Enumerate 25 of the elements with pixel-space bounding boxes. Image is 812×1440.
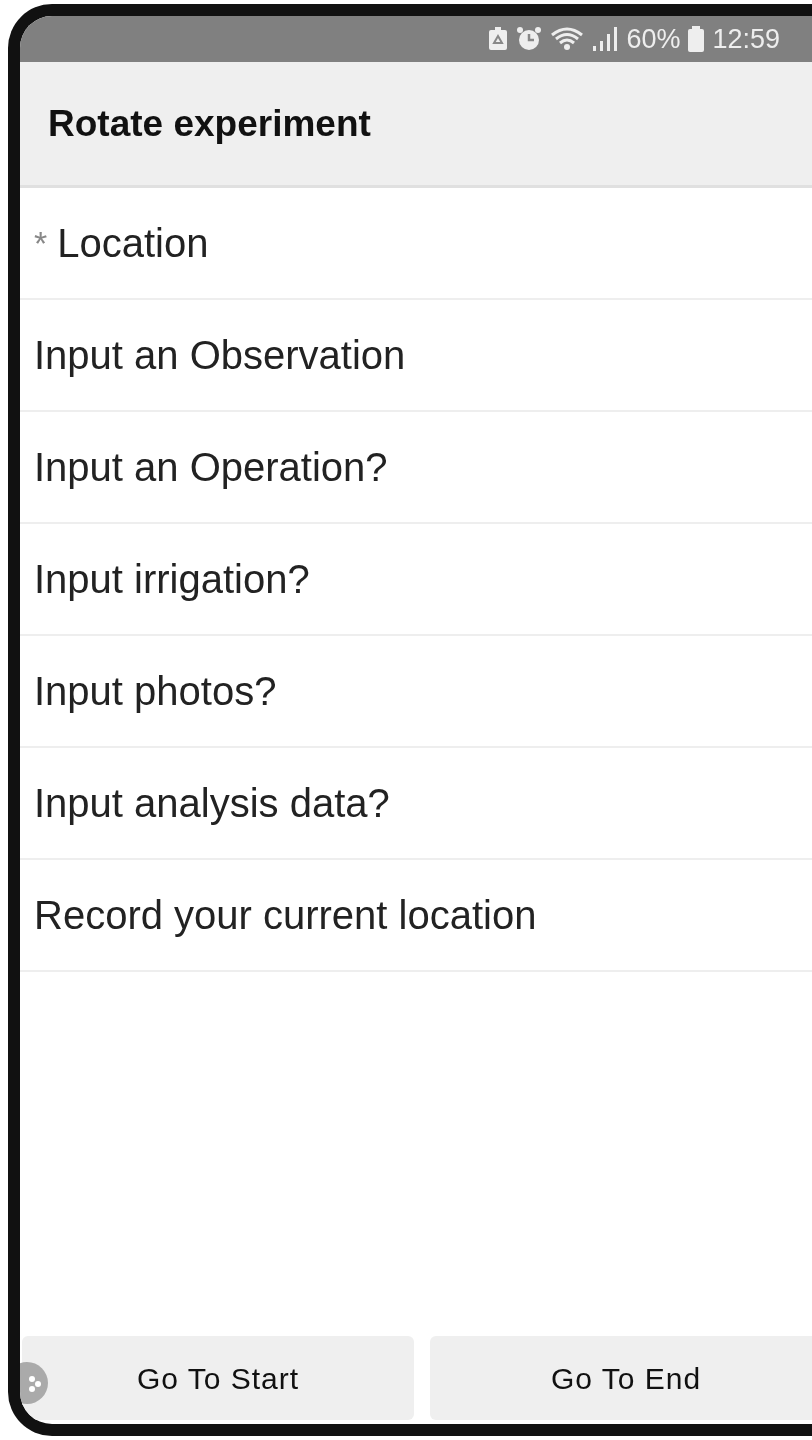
required-mark: * <box>34 223 48 264</box>
screen-title: Rotate experiment <box>48 101 371 146</box>
list-item[interactable]: Input photos? <box>20 636 812 748</box>
list-item[interactable]: Input irrigation? <box>20 524 812 636</box>
battery-percentage: 60% <box>626 22 681 56</box>
item-label: Input an Observation <box>34 332 406 379</box>
item-label: Input photos? <box>34 668 277 715</box>
wifi-icon <box>550 26 585 52</box>
clock-time: 12:59 <box>712 22 780 56</box>
list-item[interactable]: Input an Operation? <box>20 412 812 524</box>
list-item[interactable]: Input an Observation <box>20 300 812 412</box>
item-label: Location <box>57 220 209 267</box>
battery-saver-icon <box>488 27 509 51</box>
nav-button[interactable]: Go To End <box>430 1336 812 1420</box>
signal-icon <box>592 26 619 52</box>
item-label: Input an Operation? <box>34 444 388 491</box>
item-label: Input irrigation? <box>34 556 310 603</box>
list-item[interactable]: Input analysis data? <box>20 748 812 860</box>
nav-button[interactable]: Go To Start <box>22 1336 414 1420</box>
alarm-clock-icon <box>516 26 543 52</box>
item-label: Input analysis data? <box>34 780 390 827</box>
battery-icon <box>688 26 705 52</box>
item-label: Record your current location <box>34 892 537 939</box>
list-item[interactable]: Record your current location <box>20 860 812 972</box>
list-item[interactable]: * Location <box>20 188 812 300</box>
